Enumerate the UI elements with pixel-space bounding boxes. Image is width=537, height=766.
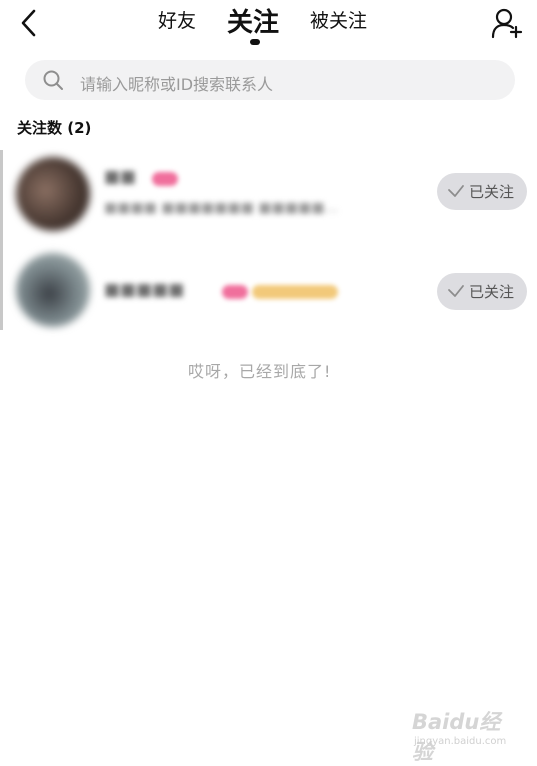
- end-of-list-text: 哎呀，已经到底了!: [188, 362, 332, 381]
- tab-friends[interactable]: 好友: [158, 6, 196, 33]
- search-placeholder: 请输入昵称或ID搜索联系人: [80, 75, 274, 94]
- user-row[interactable]: ■■■■■ 已关注: [0, 246, 537, 342]
- add-friend-icon[interactable]: [490, 6, 524, 40]
- avatar[interactable]: [16, 157, 90, 231]
- following-button-label: 已关注: [469, 283, 515, 301]
- user-description: ■■■■ ■■■■■■■ ■■■■■...: [104, 200, 338, 216]
- active-tab-indicator: [250, 39, 260, 45]
- row-edge-divider: [0, 150, 3, 246]
- search-icon: [43, 70, 63, 90]
- row-edge-divider: [0, 246, 3, 330]
- user-name[interactable]: ■■: [104, 167, 136, 187]
- watermark-url: jingyan.baidu.com: [414, 736, 507, 747]
- user-badge: [152, 172, 178, 186]
- following-count-title: 关注数 (2): [17, 119, 92, 137]
- following-button[interactable]: 已关注: [437, 273, 527, 310]
- check-icon: [448, 285, 464, 297]
- check-icon: [448, 185, 464, 197]
- user-name[interactable]: ■■■■■: [104, 280, 184, 300]
- tab-followers[interactable]: 被关注: [310, 6, 367, 33]
- watermark: Baidu经验 jingyan.baidu.com: [412, 700, 517, 764]
- following-button[interactable]: 已关注: [437, 173, 527, 210]
- user-level-badge: [252, 285, 338, 299]
- following-button-label: 已关注: [469, 183, 515, 201]
- back-arrow-icon[interactable]: [14, 6, 46, 38]
- tab-following[interactable]: 关注: [227, 2, 279, 39]
- user-row[interactable]: ■■ ■■■■ ■■■■■■■ ■■■■■... 已关注: [0, 150, 537, 246]
- top-bar: 好友 关注 被关注: [0, 0, 537, 50]
- search-box[interactable]: 请输入昵称或ID搜索联系人: [25, 60, 515, 100]
- avatar[interactable]: [16, 253, 90, 327]
- user-badge: [222, 285, 248, 299]
